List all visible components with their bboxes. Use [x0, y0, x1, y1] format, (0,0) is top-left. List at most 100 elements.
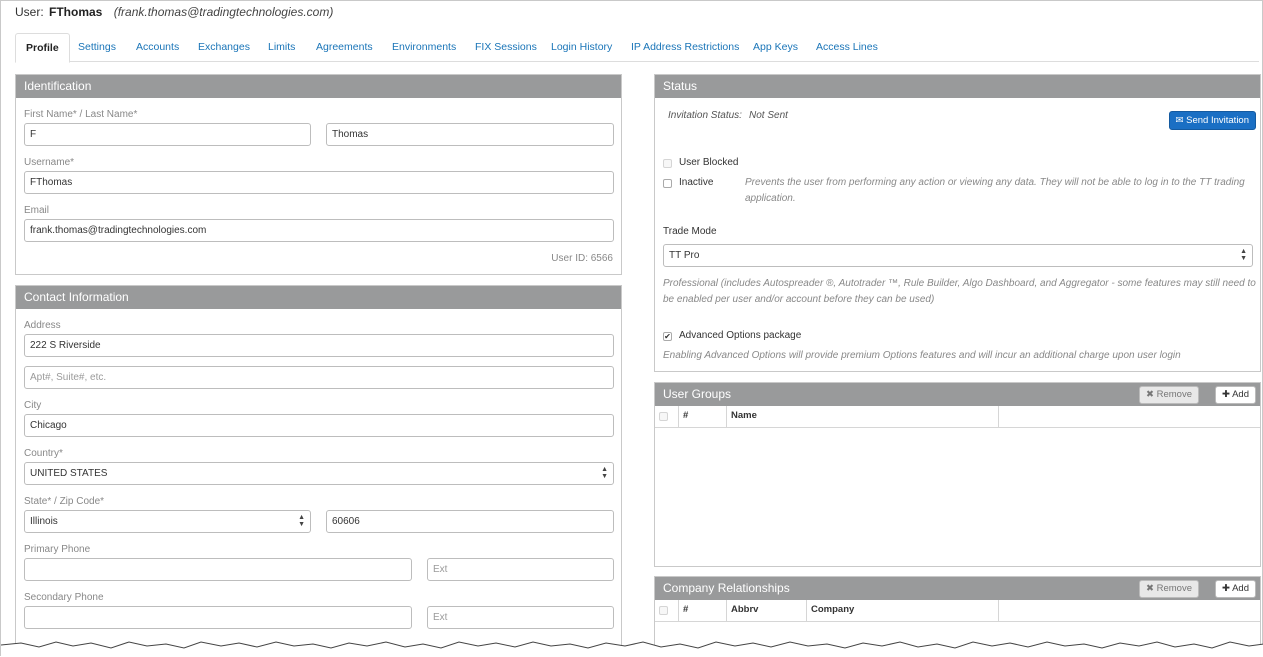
identification-panel: Identification First Name* / Last Name* … [15, 74, 622, 275]
invitation-status-label: Invitation Status: [668, 110, 742, 121]
tab-fix-sessions[interactable]: FIX Sessions [465, 33, 547, 62]
column-header-name[interactable]: Name [727, 406, 999, 427]
state-value: Illinois [30, 516, 58, 527]
country-select[interactable]: UNITED STATES ▲ ▼ [24, 462, 614, 485]
inactive-description-line2: application. [745, 193, 796, 204]
primary-phone-ext-input[interactable]: Ext [427, 558, 614, 581]
secondary-phone-label: Secondary Phone [24, 592, 104, 603]
secondary-phone-input[interactable] [24, 606, 412, 629]
remove-label: Remove [1156, 583, 1192, 594]
status-title: Status [655, 75, 1260, 98]
company-relationships-title: Company Relationships ✖ Remove ✚ Add [655, 577, 1260, 600]
add-label: Add [1232, 583, 1249, 594]
address-line2-input[interactable]: Apt#, Suite#, etc. [24, 366, 614, 389]
tab-limits[interactable]: Limits [258, 33, 305, 62]
username-input[interactable]: FThomas [24, 171, 614, 194]
zip-code-input[interactable]: 60606 [326, 510, 614, 533]
user-groups-grid-header: # Name [655, 406, 1260, 428]
select-arrows-icon: ▲ ▼ [1240, 248, 1247, 262]
city-label: City [24, 400, 42, 411]
tab-login-history[interactable]: Login History [541, 33, 622, 62]
contact-information-panel: Contact Information Address 222 S Rivers… [15, 285, 622, 657]
user-groups-add-button[interactable]: ✚ Add [1215, 386, 1256, 404]
add-label: Add [1232, 389, 1249, 400]
trade-mode-description-line2: be enabled per user and/or account befor… [663, 294, 935, 305]
advanced-options-label: Advanced Options package [679, 330, 802, 341]
state-select[interactable]: Illinois ▲ ▼ [24, 510, 311, 533]
select-arrows-icon: ▲ ▼ [601, 466, 608, 480]
company-relationships-grid-header: # Abbrv Company [655, 600, 1260, 622]
user-username: FThomas [49, 5, 103, 19]
invitation-status-value: Not Sent [749, 110, 788, 121]
username-label: Username* [24, 157, 75, 168]
inactive-description-line1: Prevents the user from performing any ac… [745, 177, 1245, 188]
torn-edge-decoration [1, 641, 1263, 657]
select-arrows-icon: ▲ ▼ [298, 514, 305, 528]
tab-ip-address-restrictions[interactable]: IP Address Restrictions [621, 33, 749, 62]
name-label: First Name* / Last Name* [24, 109, 138, 120]
user-blocked-checkbox[interactable] [663, 159, 672, 168]
tab-accounts[interactable]: Accounts [126, 33, 189, 62]
status-panel: Status Invitation Status: Not Sent ✉ Sen… [654, 74, 1261, 372]
close-icon: ✖ [1146, 389, 1154, 400]
user-groups-title: User Groups ✖ Remove ✚ Add [655, 383, 1260, 406]
primary-phone-input[interactable] [24, 558, 412, 581]
trade-mode-value: TT Pro [669, 250, 700, 261]
user-blocked-label: User Blocked [679, 157, 739, 168]
inactive-checkbox[interactable] [663, 179, 672, 188]
tab-access-lines[interactable]: Access Lines [806, 33, 888, 62]
tab-app-keys[interactable]: App Keys [743, 33, 808, 62]
user-email: (frank.thomas@tradingtechnologies.com) [113, 5, 334, 19]
company-relationships-remove-button[interactable]: ✖ Remove [1139, 580, 1199, 598]
state-zip-label: State* / Zip Code* [24, 496, 105, 507]
country-value: UNITED STATES [30, 468, 108, 479]
first-name-input[interactable]: F [24, 123, 311, 146]
tab-exchanges[interactable]: Exchanges [188, 33, 260, 62]
column-header-number[interactable]: # [679, 406, 727, 427]
column-header-company[interactable]: Company [807, 600, 999, 621]
select-all-column [655, 600, 679, 621]
contact-information-title: Contact Information [16, 286, 621, 309]
plus-icon: ✚ [1222, 583, 1230, 594]
envelope-icon: ✉ [1175, 115, 1184, 126]
email-input[interactable]: frank.thomas@tradingtechnologies.com [24, 219, 614, 242]
send-invitation-button[interactable]: ✉ Send Invitation [1168, 111, 1256, 130]
trade-mode-label: Trade Mode [663, 226, 717, 237]
close-icon: ✖ [1146, 583, 1154, 594]
primary-phone-label: Primary Phone [24, 544, 91, 555]
company-relationships-add-button[interactable]: ✚ Add [1215, 580, 1256, 598]
advanced-options-checkbox[interactable]: ✔ [663, 332, 672, 341]
remove-label: Remove [1156, 389, 1192, 400]
tab-bar: Profile Settings Accounts Exchanges Limi… [15, 33, 1259, 63]
trade-mode-description-line1: Professional (includes Autospreader ®, A… [663, 278, 1256, 289]
user-prefix: User: [15, 5, 44, 19]
city-input[interactable]: Chicago [24, 414, 614, 437]
email-label: Email [24, 205, 50, 216]
column-header-abbrv[interactable]: Abbrv [727, 600, 807, 621]
address-label: Address [24, 320, 61, 331]
identification-title: Identification [16, 75, 621, 98]
column-header-number[interactable]: # [679, 600, 727, 621]
select-all-column [655, 406, 679, 427]
company-relationships-title-text: Company Relationships [663, 581, 790, 595]
advanced-options-description: Enabling Advanced Options will provide p… [663, 350, 1181, 361]
send-invitation-label: Send Invitation [1186, 115, 1249, 126]
trade-mode-select[interactable]: TT Pro ▲ ▼ [663, 244, 1253, 267]
tab-settings[interactable]: Settings [68, 33, 126, 62]
user-id: User ID: 6566 [551, 253, 613, 264]
inactive-label: Inactive [679, 177, 714, 188]
country-label: Country* [24, 448, 63, 459]
last-name-input[interactable]: Thomas [326, 123, 614, 146]
user-groups-title-text: User Groups [663, 387, 732, 401]
tab-profile[interactable]: Profile [15, 33, 70, 63]
tab-environments[interactable]: Environments [382, 33, 466, 62]
user-header: User: FThomas (frank.thomas@tradingtechn… [15, 5, 333, 19]
user-groups-panel: User Groups ✖ Remove ✚ Add # Name [654, 382, 1261, 567]
tab-agreements[interactable]: Agreements [306, 33, 383, 62]
select-all-checkbox[interactable] [659, 412, 668, 421]
user-groups-remove-button[interactable]: ✖ Remove [1139, 386, 1199, 404]
secondary-phone-ext-input[interactable]: Ext [427, 606, 614, 629]
plus-icon: ✚ [1222, 389, 1230, 400]
select-all-checkbox[interactable] [659, 606, 668, 615]
address-input[interactable]: 222 S Riverside [24, 334, 614, 357]
